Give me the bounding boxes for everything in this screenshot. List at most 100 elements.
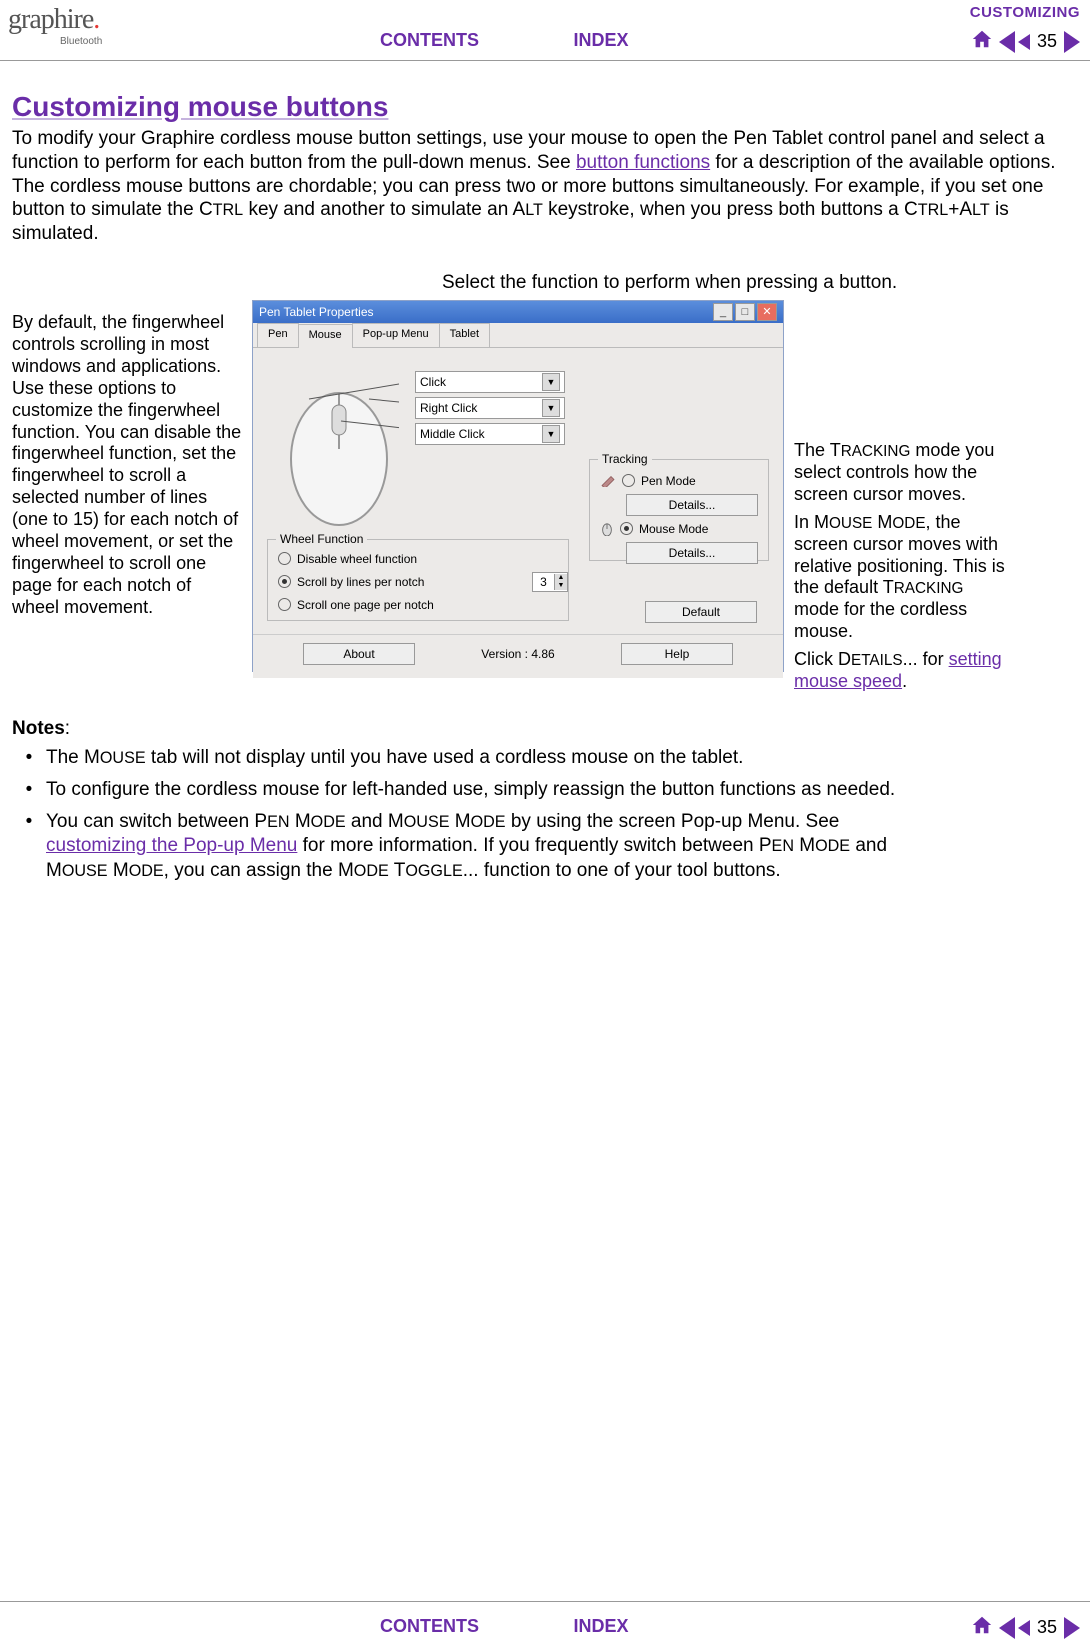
rc-sc3: ODE	[892, 515, 925, 532]
n3m10: T	[389, 860, 406, 881]
next-page-icon-bottom[interactable]	[1064, 1617, 1080, 1639]
prev-chapter-icon[interactable]	[999, 31, 1015, 53]
tab-tablet[interactable]: Tablet	[439, 323, 490, 347]
next-page-icon[interactable]	[1064, 31, 1080, 53]
tab-pen[interactable]: Pen	[257, 323, 299, 347]
window-title: Pen Tablet Properties	[259, 305, 374, 319]
nav-links-bottom: CONTENTS INDEX	[380, 1616, 718, 1637]
rc-t3: In M	[794, 512, 829, 532]
section-breadcrumb[interactable]: CUSTOMIZING	[970, 4, 1080, 21]
scroll-page-radio[interactable]	[278, 598, 291, 611]
disable-wheel-radio[interactable]	[278, 552, 291, 565]
rc-sc1: RACKING	[841, 443, 911, 460]
callout-select-function: Select the function to perform when pres…	[442, 272, 1078, 294]
n3m6: M	[794, 835, 815, 856]
n3m8: M	[108, 860, 129, 881]
tab-mouse[interactable]: Mouse	[298, 324, 353, 348]
notes-section: Notes: • The MOUSE tab will not display …	[12, 717, 912, 883]
prev-chapter-icon-bottom[interactable]	[999, 1617, 1015, 1639]
n3a: You can switch between P	[46, 811, 267, 832]
n3s6: ODE	[815, 837, 850, 855]
version-label: Version : 4.86	[481, 647, 554, 661]
mouse-mode-label: Mouse Mode	[639, 522, 708, 536]
note-item-2: • To configure the cordless mouse for le…	[12, 778, 912, 802]
n3s1: EN	[267, 813, 289, 831]
n1b: tab will not display until you have used…	[146, 747, 744, 768]
scroll-page-label: Scroll one page per notch	[297, 598, 434, 612]
nav-links: CONTENTS INDEX	[380, 30, 718, 51]
default-button[interactable]: Default	[645, 601, 757, 623]
n3s9: ODE	[354, 862, 389, 880]
disable-wheel-label: Disable wheel function	[297, 552, 417, 566]
rc-sc4: RACKING	[894, 580, 964, 597]
page-title: Customizing mouse buttons	[12, 91, 1078, 123]
mouse-details-button[interactable]: Details...	[626, 542, 758, 564]
lines-spinner[interactable]: 3▲▼	[532, 572, 568, 592]
n3s7: OUSE	[62, 862, 108, 880]
window-footer: About Version : 4.86 Help	[253, 634, 783, 665]
intro-text5: +A	[948, 199, 972, 220]
scroll-lines-radio[interactable]	[278, 575, 291, 588]
mouse-illustration	[279, 369, 399, 529]
contents-link[interactable]: CONTENTS	[380, 30, 479, 50]
help-button[interactable]: Help	[621, 643, 733, 665]
index-link[interactable]: INDEX	[573, 30, 628, 50]
lines-value: 3	[533, 575, 554, 589]
page-number: 35	[1037, 31, 1057, 52]
rc-t4: M	[872, 512, 892, 532]
customizing-popup-link[interactable]: customizing the Pop-up Menu	[46, 835, 297, 856]
click-label: Click	[420, 375, 446, 389]
bluetooth-label: Bluetooth	[60, 36, 102, 47]
tab-popup-menu[interactable]: Pop-up Menu	[352, 323, 440, 347]
intro-text3: key and another to simulate an A	[243, 199, 525, 220]
window-titlebar[interactable]: Pen Tablet Properties _ □ ✕	[253, 301, 783, 323]
n3m5: for more information. If you frequently …	[297, 835, 771, 856]
n3b: ... function to one of your tool buttons…	[463, 860, 781, 881]
index-link-bottom[interactable]: INDEX	[573, 1616, 628, 1636]
contents-link-bottom[interactable]: CONTENTS	[380, 1616, 479, 1636]
logo-text: graphire	[8, 4, 93, 35]
prev-page-icon-bottom[interactable]	[1018, 1620, 1030, 1636]
spinner-up-icon[interactable]: ▲	[555, 574, 567, 582]
n1sc: OUSE	[100, 749, 146, 767]
rc-t6: mode for the cordless mouse.	[794, 599, 967, 641]
nav-icons-bottom: 35	[971, 1614, 1080, 1641]
rc-t9: .	[902, 671, 907, 691]
intro-paragraph: To modify your Graphire cordless mouse b…	[12, 127, 1078, 246]
prev-page-icon[interactable]	[1018, 34, 1030, 50]
middle-click-dropdown[interactable]: Middle Click▼	[415, 423, 565, 445]
pen-mode-label: Pen Mode	[641, 474, 696, 488]
note-item-3: • You can switch between PEN MODE and MO…	[12, 810, 912, 883]
n3m3: M	[449, 811, 470, 832]
logo: graphire.	[8, 4, 99, 36]
button-functions-link[interactable]: button functions	[576, 152, 710, 173]
notes-header: Notes	[12, 718, 65, 739]
rc-t1: The T	[794, 440, 841, 460]
page-number-bottom: 35	[1037, 1617, 1057, 1638]
n3m2: and M	[346, 811, 404, 832]
maximize-icon[interactable]: □	[735, 303, 755, 321]
click-dropdown[interactable]: Click▼	[415, 371, 565, 393]
rclick-label: Right Click	[420, 401, 477, 415]
about-button[interactable]: About	[303, 643, 415, 665]
n3m9: , you can assign the M	[164, 860, 354, 881]
spinner-down-icon[interactable]: ▼	[555, 582, 567, 590]
note-item-1: • The MOUSE tab will not display until y…	[12, 746, 912, 770]
alt-sc: LT	[525, 201, 543, 219]
properties-window: Pen Tablet Properties _ □ ✕ Pen Mouse Po…	[252, 300, 784, 672]
close-icon[interactable]: ✕	[757, 303, 777, 321]
right-click-dropdown[interactable]: Right Click ▼	[415, 397, 565, 419]
mouse-icon	[600, 522, 614, 536]
home-icon[interactable]	[971, 28, 993, 55]
chevron-down-icon: ▼	[542, 399, 560, 417]
chevron-down-icon: ▼	[542, 425, 560, 443]
home-icon-bottom[interactable]	[971, 1614, 993, 1641]
minimize-icon[interactable]: _	[713, 303, 733, 321]
tracking-group: Tracking Pen Mode Details... Mouse Mode …	[589, 459, 769, 561]
n3m1: M	[290, 811, 311, 832]
scroll-lines-label: Scroll by lines per notch	[297, 575, 424, 589]
tab-strip: Pen Mouse Pop-up Menu Tablet	[253, 323, 783, 348]
pen-mode-radio[interactable]	[622, 474, 635, 487]
wheel-function-group: Wheel Function Disable wheel function Sc…	[267, 539, 569, 621]
mouse-mode-radio[interactable]	[620, 522, 633, 535]
